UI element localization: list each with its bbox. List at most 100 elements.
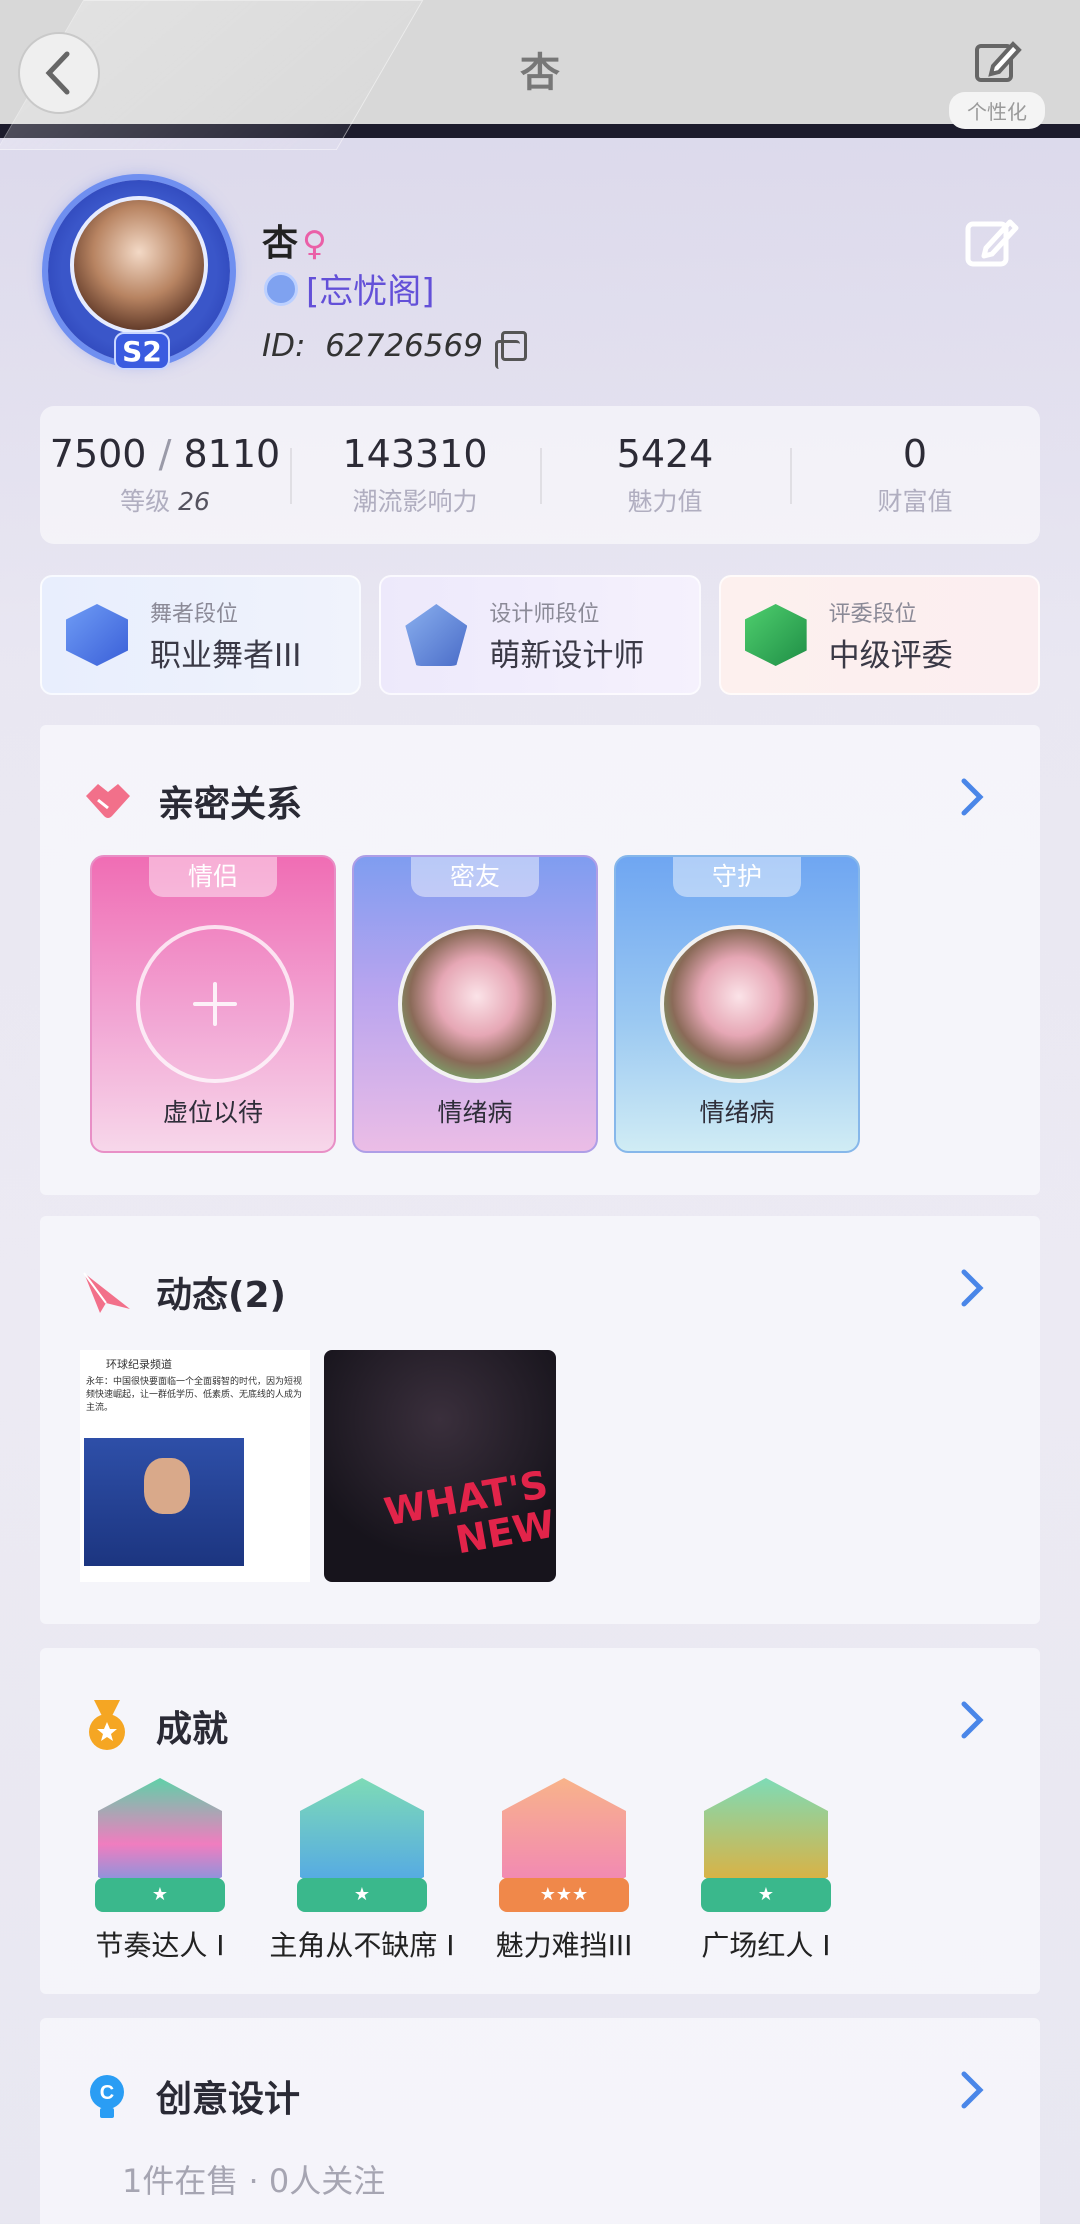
designer-rank-value: 萌新设计师 <box>489 637 645 674</box>
judge-rank-card[interactable]: 评委段位 中级评委 <box>718 575 1040 695</box>
guild-link[interactable]: [忘忧阁] <box>264 264 435 313</box>
username: 杏 ♀ <box>262 214 327 266</box>
personalize-edit-icon <box>975 41 1022 82</box>
edit-profile-icon[interactable] <box>964 214 1020 270</box>
charm-label: 魅力值 <box>627 487 703 516</box>
achievement-stars: ★ <box>701 1878 831 1912</box>
relation-lover-tag: 情侣 <box>149 857 277 897</box>
moment-2-caption: WHAT'S NEW <box>381 1462 556 1571</box>
achievement-label: 广场红人 I <box>701 1929 831 1962</box>
handshake-icon <box>86 784 130 818</box>
dancer-rank-icon <box>66 604 128 666</box>
influence-label: 潮流影响力 <box>352 487 478 516</box>
creative-section: C 创意设计 1件在售 · 0人关注 <box>40 2018 1040 2224</box>
female-gender-icon: ♀ <box>302 224 327 264</box>
achievements-section: 成就 ★ 节奏达人 I ★ 主角从不缺席 I ★★★ 魅力难挡III ★ 广场红… <box>40 1648 1040 1994</box>
achievement-item[interactable]: ★ 主角从不缺席 I <box>262 1778 462 1964</box>
paper-plane-icon <box>83 1272 130 1313</box>
moment-thumbnail-2[interactable]: WHAT'S NEW <box>324 1350 556 1582</box>
achievement-stars: ★ <box>95 1878 225 1912</box>
designer-rank-icon <box>405 604 468 666</box>
designer-rank-card[interactable]: 设计师段位 萌新设计师 <box>379 575 701 695</box>
relation-lover-name: 虚位以待 <box>162 1098 263 1127</box>
influence-value: 143310 <box>342 432 488 476</box>
judge-rank-value: 中级评委 <box>828 637 953 674</box>
moment-1-photo <box>84 1438 244 1566</box>
relation-friend-tag: 密友 <box>411 857 539 897</box>
designer-rank-title: 设计师段位 <box>489 601 600 627</box>
moment-1-channel: 环球纪录频道 <box>106 1358 172 1371</box>
level-label: 等级 <box>120 487 171 516</box>
exp-separator: / <box>158 432 172 476</box>
chevron-right-icon[interactable] <box>956 1698 988 1742</box>
intimate-title: 亲密关系 <box>158 784 303 825</box>
stat-wealth[interactable]: 0 财富值 <box>790 406 1040 544</box>
personalize-button[interactable]: 个性化 <box>928 36 1066 132</box>
relation-friend-card[interactable]: 密友 情绪病 <box>352 855 598 1153</box>
exp-total: 8110 <box>183 432 281 476</box>
creative-header[interactable]: C 创意设计 <box>82 2068 300 2124</box>
relation-guard-card[interactable]: 守护 情绪病 <box>614 855 860 1153</box>
moment-1-text: 永年：中国很快要面临一个全面弱智的时代，因为短视频快速崛起，让一群低学历、低素质… <box>86 1377 303 1413</box>
exp-current: 7500 <box>49 432 147 476</box>
relation-friend-name: 情绪病 <box>437 1098 513 1127</box>
svg-text:C: C <box>100 2082 114 2104</box>
intimate-section: 亲密关系 情侣 虚位以待 密友 情绪病 守护 情绪病 <box>40 725 1040 1195</box>
top-nav-bar: 杏 个性化 <box>0 0 1080 150</box>
chevron-right-icon[interactable] <box>956 775 988 819</box>
relation-friend-avatar <box>398 925 556 1083</box>
stat-level[interactable]: 7500 / 8110 等级 26 <box>40 406 290 544</box>
achievements-header[interactable]: 成就 <box>82 1698 228 1754</box>
relation-lover-card[interactable]: 情侣 虚位以待 <box>90 855 336 1153</box>
id-label: ID: <box>262 328 306 364</box>
chevron-right-icon[interactable] <box>956 2068 988 2112</box>
chevron-right-icon[interactable] <box>956 1266 988 1310</box>
dancer-rank-title: 舞者段位 <box>150 601 239 627</box>
rank-cards: 舞者段位 职业舞者III 设计师段位 萌新设计师 评委段位 中级评委 <box>40 575 1040 695</box>
page-title: 杏 <box>520 50 560 96</box>
judge-rank-title: 评委段位 <box>828 601 917 627</box>
creative-subtitle: 1件在售 · 0人关注 <box>122 2162 386 2200</box>
creative-title: 创意设计 <box>156 2079 301 2120</box>
stat-charm[interactable]: 5424 魅力值 <box>540 406 790 544</box>
achievement-item[interactable]: ★ 广场红人 I <box>666 1778 866 1964</box>
wealth-value: 0 <box>902 432 928 476</box>
id-value: 62726569 <box>325 328 483 364</box>
achievement-item[interactable]: ★★★ 魅力难挡III <box>464 1778 664 1964</box>
achievement-item[interactable]: ★ 节奏达人 I <box>60 1778 260 1964</box>
season-badge: S2 <box>114 332 170 370</box>
relation-guard-avatar <box>660 925 818 1083</box>
lightbulb-icon: C <box>90 2075 124 2118</box>
achievement-label: 魅力难挡III <box>495 1929 633 1962</box>
user-id-row: ID: 62726569 <box>262 328 527 369</box>
wealth-label: 财富值 <box>877 487 953 516</box>
judge-rank-icon <box>744 604 807 666</box>
guild-name: [忘忧阁] <box>306 272 435 312</box>
username-text: 杏 <box>262 223 299 264</box>
dancer-rank-value: 职业舞者III <box>150 637 302 674</box>
achievement-stars: ★ <box>297 1878 427 1912</box>
plus-icon <box>193 982 237 1026</box>
relation-empty-slot <box>136 925 294 1083</box>
stats-card: 7500 / 8110 等级 26 143310 潮流影响力 5424 魅力值 … <box>40 406 1040 544</box>
avatar-image <box>70 196 208 334</box>
avatar[interactable]: S2 <box>48 180 230 370</box>
moments-title: 动态(2) <box>156 1275 286 1316</box>
charm-value: 5424 <box>616 432 714 476</box>
copy-icon[interactable] <box>494 331 527 369</box>
moments-section: 动态(2) 环球纪录频道 永年：中国很快要面临一个全面弱智的时代，因为短视频快速… <box>40 1216 1040 1624</box>
level-value: 26 <box>178 487 210 516</box>
moment-thumbnail-1[interactable]: 环球纪录频道 永年：中国很快要面临一个全面弱智的时代，因为短视频快速崛起，让一群… <box>80 1350 310 1582</box>
achievements-title: 成就 <box>156 1709 229 1750</box>
relation-guard-name: 情绪病 <box>699 1098 775 1127</box>
stat-influence[interactable]: 143310 潮流影响力 <box>290 406 540 544</box>
dancer-rank-card[interactable]: 舞者段位 职业舞者III <box>40 575 362 695</box>
relation-guard-tag: 守护 <box>673 857 801 897</box>
intimate-header[interactable]: 亲密关系 <box>82 775 302 827</box>
guild-icon <box>264 271 298 306</box>
medal-icon <box>89 1700 125 1750</box>
achievement-label: 节奏达人 I <box>95 1929 225 1962</box>
moments-header[interactable]: 动态(2) <box>82 1266 286 1318</box>
achievement-stars: ★★★ <box>499 1878 629 1912</box>
achievement-label: 主角从不缺席 I <box>269 1929 455 1962</box>
